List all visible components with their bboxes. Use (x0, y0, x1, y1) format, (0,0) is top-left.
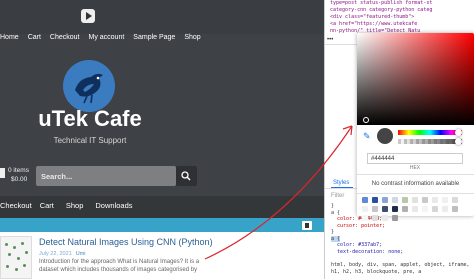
inherited-selectors: html, body, div, span, applet, object, i… (331, 262, 470, 275)
palette-swatch[interactable] (402, 197, 408, 203)
post-title[interactable]: Detect Natural Images Using CNN (Python) (39, 237, 213, 247)
code-line[interactable]: <div class="featured-thumb"> (330, 14, 414, 20)
eyedropper-icon[interactable]: ✎ (363, 131, 371, 142)
bird-icon (75, 73, 103, 104)
site-tagline: Technical IT Support (53, 136, 127, 145)
hex-label[interactable]: HEX (367, 165, 463, 171)
palette-swatch[interactable] (432, 206, 438, 212)
css-declaration[interactable]: cursor: pointer; (331, 223, 385, 229)
contrast-info: No contrast information available (371, 181, 460, 187)
post-meta: July 22, 2021 Umi (39, 251, 86, 257)
pin-icon[interactable] (302, 221, 312, 230)
css-declaration[interactable]: color: #337ab7; (331, 242, 382, 248)
mainnav-shop[interactable]: Shop (66, 201, 84, 210)
picker-divider (357, 174, 474, 175)
palette-swatch[interactable] (392, 215, 398, 221)
palette-swatch[interactable] (382, 215, 388, 221)
palette-swatch[interactable] (452, 206, 458, 212)
palette-swatch[interactable] (432, 197, 438, 203)
more-icon[interactable]: ••• (327, 37, 333, 43)
palette-swatch[interactable] (382, 197, 388, 203)
code-line[interactable]: <a href="https://www.utekcafe (330, 21, 417, 27)
topnav-home[interactable]: Home (0, 34, 19, 41)
topnav-my-account[interactable]: My account (89, 34, 125, 41)
main-navigation: Checkout Cart Shop Downloads (0, 201, 133, 210)
palette-swatch[interactable] (382, 206, 388, 212)
post-date[interactable]: July 22, 2021 (39, 251, 72, 257)
picker-divider (357, 193, 474, 194)
website-page: Home Cart Checkout My account Sample Pag… (0, 0, 324, 279)
cart-items: 0 items (8, 167, 29, 174)
post-thumbnail[interactable] (0, 236, 32, 279)
search-icon (181, 171, 191, 181)
bird-logo[interactable] (63, 60, 115, 112)
youtube-icon[interactable] (81, 9, 95, 23)
alpha-slider-handle[interactable] (455, 138, 462, 145)
header-strip (0, 0, 324, 34)
palette-swatch[interactable] (402, 206, 408, 212)
search-button[interactable] (176, 166, 197, 186)
alpha-slider[interactable] (398, 139, 462, 144)
code-line[interactable]: category-cnn category-python categ (330, 7, 432, 13)
hue-slider[interactable] (398, 130, 462, 135)
cart-summary[interactable]: 0 items $0.00 (0, 166, 32, 184)
palette-swatch[interactable] (372, 206, 378, 212)
cart-total: $0.00 (11, 176, 28, 183)
palette-swatch[interactable] (362, 206, 368, 212)
css-line: } (331, 203, 335, 209)
code-line[interactable]: type=post status-publish format-st (330, 0, 432, 6)
color-palette (362, 197, 466, 221)
topnav-shop[interactable]: Shop (184, 34, 200, 41)
palette-swatch[interactable] (442, 197, 448, 203)
palette-swatch[interactable] (362, 215, 368, 221)
featured-banner (0, 218, 324, 232)
palette-swatch[interactable] (442, 206, 448, 212)
post-author[interactable]: Umi (76, 251, 86, 257)
palette-swatch[interactable] (412, 206, 418, 212)
mainnav-cart[interactable]: Cart (40, 201, 54, 210)
styles-filter-input[interactable]: Filter (331, 193, 344, 199)
saturation-cursor[interactable] (363, 117, 369, 123)
topnav-cart[interactable]: Cart (28, 34, 41, 41)
topnav-sample-page[interactable]: Sample Page (133, 34, 175, 41)
hue-slider-handle[interactable] (455, 129, 462, 136)
palette-swatch[interactable] (422, 197, 428, 203)
saturation-area[interactable] (357, 33, 474, 125)
palette-swatch[interactable] (422, 206, 428, 212)
site-title[interactable]: uTek Cafe (0, 106, 180, 132)
tab-styles[interactable]: Styles (333, 180, 349, 186)
css-line[interactable]: a { (331, 235, 341, 242)
palette-swatch[interactable] (372, 197, 378, 203)
topnav-checkout[interactable]: Checkout (50, 34, 80, 41)
css-line: } (331, 229, 335, 235)
palette-swatch[interactable] (392, 197, 398, 203)
css-declaration[interactable]: text-decoration: none; (331, 249, 403, 255)
active-tab-indicator (331, 187, 353, 188)
palette-swatch[interactable] (372, 215, 378, 221)
post-excerpt: Introduction for the approach What is Na… (39, 259, 200, 273)
palette-swatch[interactable] (452, 197, 458, 203)
hex-input[interactable]: #444444 (367, 153, 463, 164)
top-navigation: Home Cart Checkout My account Sample Pag… (0, 34, 201, 41)
mainnav-downloads[interactable]: Downloads (95, 201, 132, 210)
css-line[interactable]: a { (331, 210, 340, 216)
palette-swatch[interactable] (392, 206, 398, 212)
palette-swatch[interactable] (362, 197, 368, 203)
search-placeholder: Search... (41, 172, 73, 181)
color-swatch (377, 128, 393, 144)
elements-tree: type=post status-publish format-st categ… (330, 0, 432, 35)
palette-swatch[interactable] (412, 197, 418, 203)
search-input[interactable]: Search... (36, 166, 176, 186)
mainnav-checkout[interactable]: Checkout (0, 201, 32, 210)
